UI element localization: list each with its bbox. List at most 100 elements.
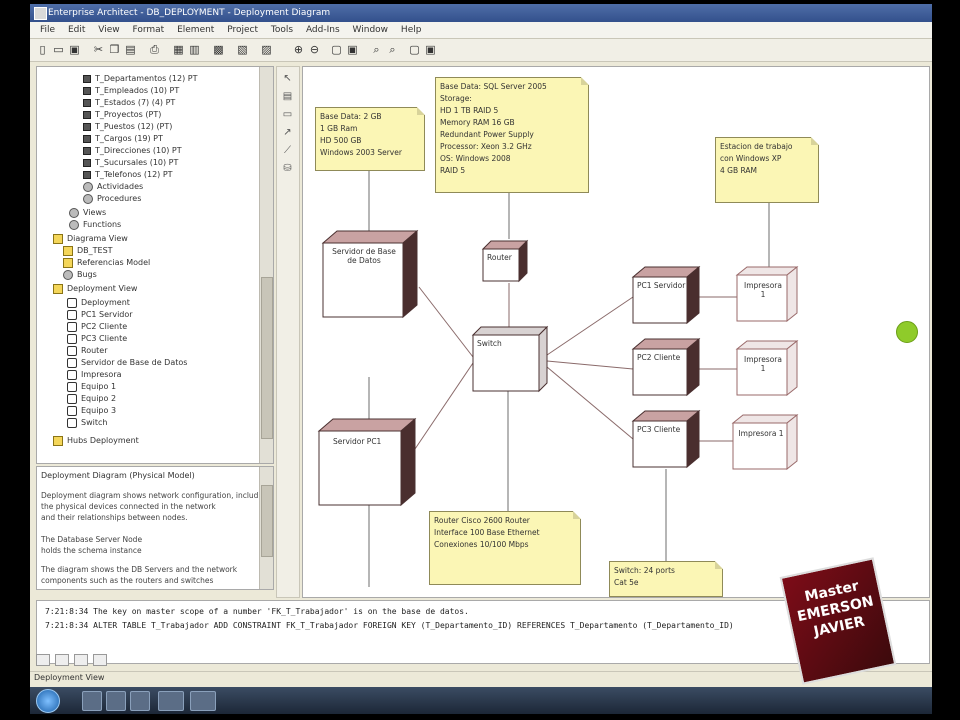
tree-item[interactable]: Equipo 2	[67, 393, 116, 405]
tree-item[interactable]: Diagrama View	[53, 233, 128, 245]
menu-view[interactable]: View	[98, 22, 119, 38]
zoom-tool-icon[interactable]: ⌕	[386, 43, 399, 56]
tree-item[interactable]: Referencias Model	[63, 257, 150, 269]
node-router-hit[interactable]: Router	[483, 241, 527, 281]
note-workstation[interactable]: Estacion de trabajo con Windows XP 4 GB …	[715, 137, 819, 203]
copy-icon[interactable]: ❐	[108, 43, 121, 56]
tree-item[interactable]: Deployment View	[53, 283, 137, 295]
new-file-icon[interactable]: ▯	[36, 43, 49, 56]
node-eq3-hit[interactable]: Impresora 1	[733, 415, 797, 469]
taskbar-app-icon[interactable]	[106, 691, 126, 711]
note-switch[interactable]: Switch: 24 ports Cat 5e	[609, 561, 723, 597]
tree-item[interactable]: PC1 Servidor	[67, 309, 133, 321]
node-eq1-hit[interactable]: Impresora 1	[737, 267, 797, 321]
tree-item[interactable]: Views	[69, 207, 106, 219]
node-dbserver-hit[interactable]: Servidor de Base de Datos	[323, 231, 417, 317]
layout-icon[interactable]: ▩	[212, 43, 225, 56]
export-icon[interactable]: ▣	[346, 43, 359, 56]
tree-item[interactable]: Procedures	[83, 193, 141, 205]
tree-item[interactable]: T_Puestos (12) (PT)	[83, 121, 172, 133]
tree-item[interactable]: Servidor de Base de Datos	[67, 357, 187, 369]
print-icon[interactable]: ⎙	[148, 43, 161, 56]
open-icon[interactable]: ▭	[52, 43, 65, 56]
node-pc3-hit[interactable]: PC3 Cliente	[633, 411, 699, 467]
tree-scrollbar[interactable]	[259, 67, 273, 463]
tree-scroll-thumb[interactable]	[261, 277, 273, 439]
menu-window[interactable]: Window	[353, 22, 389, 38]
tree-item[interactable]: T_Departamentos (12) PT	[83, 73, 197, 85]
note-server[interactable]: Base Data: 2 GB 1 GB Ram HD 500 GB Windo…	[315, 107, 425, 171]
zoom-search-icon[interactable]: ⌕	[370, 43, 383, 56]
tree-item[interactable]: Bugs	[63, 269, 97, 281]
menu-format[interactable]: Format	[132, 22, 164, 38]
close-view-icon[interactable]: ▣	[424, 43, 437, 56]
note-icon[interactable]: ▤	[282, 91, 293, 102]
notes-scrollbar[interactable]	[259, 467, 273, 589]
fit-icon[interactable]: ▢	[330, 43, 343, 56]
pointer-icon[interactable]: ↖	[282, 73, 293, 84]
node-pc1-hit[interactable]: PC1 Servidor	[633, 267, 699, 323]
zoom-in-icon[interactable]: ⊕	[292, 43, 305, 56]
tree-item[interactable]: Hubs Deployment	[53, 435, 139, 447]
node-eq2-hit[interactable]: Impresora 1	[737, 341, 797, 395]
note-line: con Windows XP	[720, 154, 782, 163]
taskbar-app-icon[interactable]	[82, 691, 102, 711]
tree-item[interactable]: PC2 Cliente	[67, 321, 127, 333]
node-label: Impresora 1	[744, 281, 782, 299]
tree-item[interactable]: T_Empleados (10) PT	[83, 85, 179, 97]
tree-item[interactable]: T_Proyectos (PT)	[83, 109, 161, 121]
tree-item[interactable]: Impresora	[67, 369, 122, 381]
tree-item[interactable]: DB_TEST	[63, 245, 113, 257]
diagram-icon[interactable]: ▨	[260, 43, 273, 56]
tree-item[interactable]: T_Cargos (19) PT	[83, 133, 163, 145]
taskbar-app-icon[interactable]	[130, 691, 150, 711]
output-tab[interactable]	[92, 654, 107, 666]
tree-item[interactable]: Router	[67, 345, 108, 357]
output-tab[interactable]	[54, 654, 69, 666]
menu-tools[interactable]: Tools	[271, 22, 293, 38]
menu-project[interactable]: Project	[227, 22, 258, 38]
node-icon[interactable]: ▭	[282, 109, 293, 120]
output-tab[interactable]	[73, 654, 88, 666]
link-dbserver-switch	[418, 286, 474, 358]
tree-item[interactable]: T_Telefonos (12) PT	[83, 169, 173, 181]
align-icon[interactable]: ▧	[236, 43, 249, 56]
database-icon[interactable]: ⛁	[282, 163, 293, 174]
note-line: HD 500 GB	[320, 136, 362, 145]
menu-file[interactable]: File	[40, 22, 55, 38]
taskbar-app-icon[interactable]	[190, 691, 216, 711]
grid-icon[interactable]: ▥	[188, 43, 201, 56]
connector-icon[interactable]: ⟋	[282, 145, 293, 156]
note-db[interactable]: Base Data: SQL Server 2005 Storage: HD 1…	[435, 77, 589, 193]
save-icon[interactable]: ▣	[68, 43, 81, 56]
tree-item[interactable]: T_Estados (7) (4) PT	[83, 97, 175, 109]
tree-item[interactable]: T_Direcciones (10) PT	[83, 145, 182, 157]
menu-help[interactable]: Help	[401, 22, 422, 38]
link-icon[interactable]: ↗	[282, 127, 293, 138]
tree-item[interactable]: Deployment	[67, 297, 130, 309]
properties-icon[interactable]: ▦	[172, 43, 185, 56]
taskbar-app-icon[interactable]	[158, 691, 184, 711]
zoom-out-icon[interactable]: ⊖	[308, 43, 321, 56]
node-pc2-hit[interactable]: PC2 Cliente	[633, 339, 699, 395]
tree-item[interactable]: Equipo 1	[67, 381, 116, 393]
note-router[interactable]: Router Cisco 2600 Router Interface 100 B…	[429, 511, 581, 585]
node-switch-hit[interactable]: Switch	[473, 327, 547, 391]
tree-item[interactable]: T_Sucursales (10) PT	[83, 157, 178, 169]
tree-item[interactable]: PC3 Cliente	[67, 333, 127, 345]
tree-item[interactable]: Equipo 3	[67, 405, 116, 417]
tree-item[interactable]: Functions	[69, 219, 121, 231]
menu-element[interactable]: Element	[177, 22, 214, 38]
paste-icon[interactable]: ▤	[124, 43, 137, 56]
menu-edit[interactable]: Edit	[68, 22, 85, 38]
tree-item[interactable]: Switch	[67, 417, 107, 429]
menu-addins[interactable]: Add-Ins	[306, 22, 340, 38]
diagram-canvas[interactable]: Base Data: 2 GB 1 GB Ram HD 500 GB Windo…	[302, 66, 930, 598]
cut-icon[interactable]: ✂	[92, 43, 105, 56]
notes-scroll-thumb[interactable]	[261, 485, 273, 557]
start-button[interactable]	[36, 689, 60, 713]
window-icon[interactable]: ▢	[408, 43, 421, 56]
output-tab[interactable]	[36, 654, 50, 666]
tree-item[interactable]: Actividades	[83, 181, 143, 193]
node-serverpc-hit[interactable]: Servidor PC1	[319, 419, 415, 505]
